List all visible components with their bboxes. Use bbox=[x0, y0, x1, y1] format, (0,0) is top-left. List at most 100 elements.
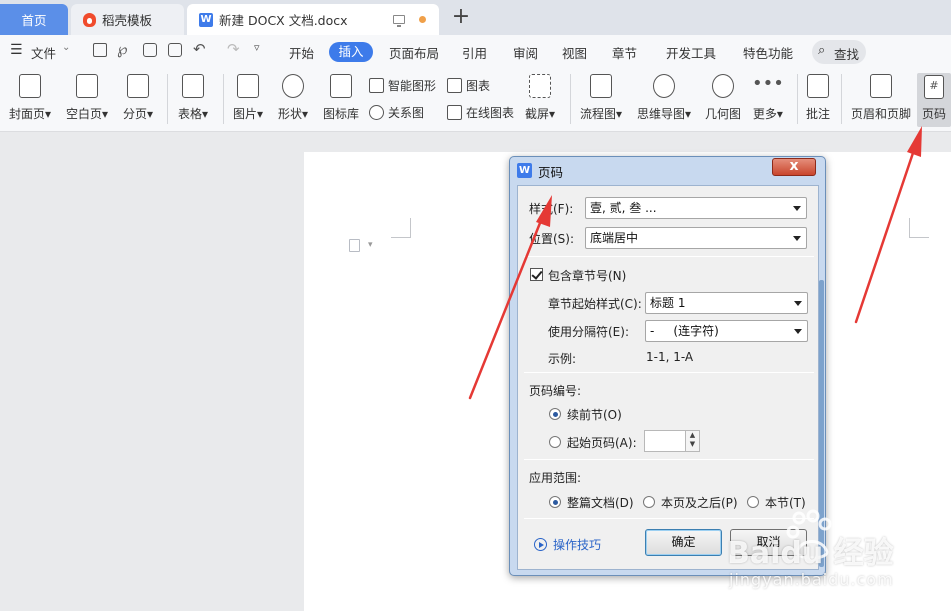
menu-review[interactable]: 审阅 bbox=[513, 43, 538, 62]
page-break-button[interactable]: 分页▾ bbox=[123, 74, 153, 122]
undo-icon[interactable]: ↶ bbox=[193, 40, 206, 58]
more-dots-icon: ••• bbox=[752, 73, 784, 94]
start-page-spinner[interactable]: ▲ ▼ bbox=[685, 431, 699, 451]
blank-page-label: 空白页▾ bbox=[66, 107, 109, 121]
tab-document[interactable]: W 新建 DOCX 文档.docx bbox=[187, 4, 439, 35]
header-footer-icon bbox=[870, 74, 892, 98]
picture-label: 图片▾ bbox=[233, 107, 264, 121]
flowchart-icon bbox=[590, 74, 613, 98]
example-value: 1-1, 1-A bbox=[646, 350, 694, 364]
icon-library-label: 图标库 bbox=[323, 107, 360, 121]
print-icon[interactable] bbox=[143, 43, 157, 57]
relation-chart-button[interactable]: 关系图 bbox=[369, 104, 424, 121]
position-value: 底端居中 bbox=[590, 231, 639, 245]
separator-select[interactable]: - (连字符) bbox=[645, 320, 808, 342]
header-footer-button[interactable]: 页眉和页脚 bbox=[851, 74, 911, 122]
menu-view[interactable]: 视图 bbox=[562, 43, 587, 62]
baidu-watermark: Baidu 经验 jingyan.baidu.com bbox=[727, 508, 947, 608]
monitor-icon[interactable] bbox=[393, 15, 405, 27]
icon-library-button[interactable]: 图标库 bbox=[323, 74, 359, 122]
mindmap-button[interactable]: 思维导图▾ bbox=[637, 74, 691, 122]
example-label: 示例: bbox=[548, 352, 577, 366]
menu-references[interactable]: 引用 bbox=[462, 43, 487, 62]
unsaved-dot-icon bbox=[419, 16, 426, 23]
header-footer-label: 页眉和页脚 bbox=[851, 107, 912, 121]
tab-bar: 首页 稻壳模板 W 新建 DOCX 文档.docx + bbox=[0, 0, 951, 35]
menu-insert[interactable]: 插入 bbox=[329, 42, 373, 62]
position-select[interactable]: 底端居中 bbox=[585, 227, 807, 249]
smartart-button[interactable]: 智能图形 bbox=[369, 77, 436, 94]
ribbon-insert: 封面页▾ 空白页▾ 分页▾ 表格▾ 图片▾ 形状▾ 图标库 智能图形 图表 关系… bbox=[0, 68, 951, 132]
quick-access-dropdown-icon[interactable]: ▿ bbox=[254, 41, 260, 54]
more-label: 更多▾ bbox=[752, 107, 783, 121]
wps-writer-icon: W bbox=[517, 163, 532, 178]
table-button[interactable]: 表格▾ bbox=[178, 74, 208, 122]
this-section-radio[interactable] bbox=[747, 496, 759, 508]
chevron-down-icon[interactable]: ⌄ bbox=[62, 42, 70, 53]
flowchart-button[interactable]: 流程图▾ bbox=[580, 74, 622, 122]
style-label: 样式(F): bbox=[529, 202, 574, 216]
chapter-start-value: 标题 1 bbox=[650, 296, 686, 310]
tab-home-label: 首页 bbox=[21, 13, 47, 28]
whole-doc-radio[interactable] bbox=[549, 496, 561, 508]
start-at-radio[interactable] bbox=[549, 436, 561, 448]
print-preview-icon[interactable] bbox=[168, 43, 182, 57]
ok-button[interactable]: 确定 bbox=[645, 529, 722, 556]
comment-button[interactable]: 批注 bbox=[806, 74, 830, 122]
include-chapter-label: 包含章节号(N) bbox=[548, 269, 627, 283]
divider bbox=[524, 256, 814, 257]
start-page-input[interactable]: ▲ ▼ bbox=[644, 430, 700, 452]
online-chart-button[interactable]: 在线图表 bbox=[447, 104, 514, 121]
chapter-start-select[interactable]: 标题 1 bbox=[645, 292, 808, 314]
geometry-button[interactable]: 几何图 bbox=[705, 74, 741, 122]
screenshot-icon bbox=[529, 74, 552, 98]
menu-chapter[interactable]: 章节 bbox=[612, 43, 637, 62]
spin-down-icon[interactable]: ▼ bbox=[686, 440, 699, 449]
search-icon: ⌕ bbox=[818, 43, 826, 58]
new-tab-button[interactable]: + bbox=[450, 6, 472, 30]
daoke-logo-icon bbox=[83, 12, 96, 27]
search-box[interactable]: ⌕ 查找 bbox=[812, 40, 866, 64]
dialog-titlebar[interactable]: W 页码 x bbox=[510, 157, 825, 184]
search-label: 查找 bbox=[834, 47, 860, 62]
continue-prev-radio[interactable] bbox=[549, 408, 561, 420]
picture-button[interactable]: 图片▾ bbox=[233, 74, 263, 122]
close-button[interactable]: x bbox=[772, 158, 816, 176]
redo-icon[interactable]: ↷ bbox=[227, 40, 240, 58]
save-icon[interactable] bbox=[93, 43, 107, 57]
menu-home[interactable]: 开始 bbox=[289, 43, 314, 62]
tab-home[interactable]: 首页 bbox=[0, 4, 68, 35]
mindmap-label: 思维导图▾ bbox=[637, 107, 692, 121]
format-painter-icon[interactable]: ℘ bbox=[117, 40, 127, 58]
blank-page-button[interactable]: 空白页▾ bbox=[66, 74, 108, 122]
numbering-title: 页码编号: bbox=[529, 384, 582, 398]
menu-developer[interactable]: 开发工具 bbox=[666, 43, 716, 62]
relation-chart-label: 关系图 bbox=[388, 106, 425, 120]
menu-file[interactable]: 文件 bbox=[31, 43, 56, 62]
divider bbox=[524, 459, 814, 460]
tab-daoke-templates[interactable]: 稻壳模板 bbox=[71, 4, 184, 35]
chart-button[interactable]: 图表 bbox=[447, 77, 490, 94]
blank-page-icon bbox=[76, 74, 99, 98]
divider bbox=[524, 372, 814, 373]
page-number-button[interactable]: # 页码 bbox=[917, 73, 951, 127]
spin-up-icon[interactable]: ▲ bbox=[686, 431, 699, 440]
include-chapter-checkbox[interactable] bbox=[530, 268, 543, 281]
screenshot-button[interactable]: 截屏▾ bbox=[525, 74, 555, 122]
shape-button[interactable]: 形状▾ bbox=[278, 74, 308, 122]
paragraph-dropdown-icon[interactable]: ▾ bbox=[368, 240, 373, 250]
menu-features[interactable]: 特色功能 bbox=[743, 43, 793, 62]
menu-page-layout[interactable]: 页面布局 bbox=[389, 43, 439, 62]
online-chart-icon bbox=[447, 105, 462, 120]
this-and-after-radio[interactable] bbox=[643, 496, 655, 508]
tips-link[interactable]: 操作技巧 bbox=[553, 536, 601, 553]
more-button[interactable]: ••• 更多▾ bbox=[752, 74, 784, 122]
paragraph-format-icon[interactable] bbox=[349, 239, 360, 252]
position-label: 位置(S): bbox=[529, 232, 575, 246]
flowchart-label: 流程图▾ bbox=[580, 107, 623, 121]
separator-value: - (连字符) bbox=[650, 324, 719, 338]
play-circle-icon[interactable] bbox=[534, 538, 547, 551]
hamburger-icon[interactable]: ☰ bbox=[10, 42, 23, 58]
style-select[interactable]: 壹, 贰, 叁 ... bbox=[585, 197, 807, 219]
cover-page-button[interactable]: 封面页▾ bbox=[9, 74, 51, 122]
